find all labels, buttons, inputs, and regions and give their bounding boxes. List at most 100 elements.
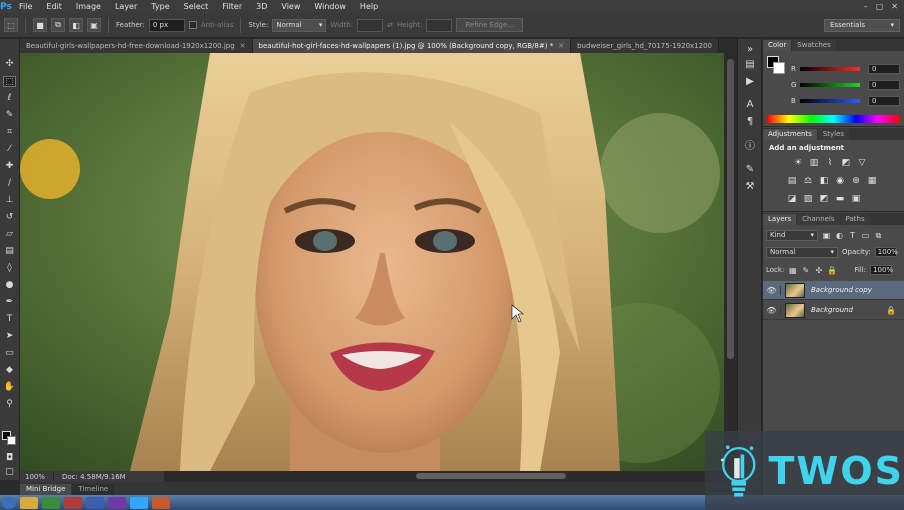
- refine-edge-button[interactable]: Refine Edge...: [456, 18, 523, 32]
- lock-transparency-icon[interactable]: ▦: [788, 266, 797, 275]
- layer-row-background[interactable]: 👁 Background 🔒: [763, 301, 904, 320]
- swap-icon[interactable]: ⇄: [387, 21, 393, 29]
- screen-mode-icon[interactable]: ▢: [3, 467, 16, 478]
- app-icon[interactable]: [86, 496, 104, 509]
- paragraph-icon[interactable]: ¶: [744, 116, 756, 128]
- tab-styles[interactable]: Styles: [817, 129, 850, 140]
- photo-filter-icon[interactable]: ◉: [835, 176, 845, 186]
- brightness-icon[interactable]: ☀: [793, 158, 803, 168]
- clone-stamp-tool-icon[interactable]: ⊥: [3, 195, 16, 206]
- green-value[interactable]: 0: [868, 80, 900, 90]
- curves-icon[interactable]: ⌇: [825, 158, 835, 168]
- channel-mixer-icon[interactable]: ⊛: [851, 176, 861, 186]
- pen-tool-icon[interactable]: ✒: [3, 297, 16, 308]
- close-icon[interactable]: ✕: [891, 2, 898, 11]
- minimize-icon[interactable]: –: [864, 2, 868, 11]
- app-icon[interactable]: [108, 496, 126, 509]
- menu-type[interactable]: Type: [144, 0, 176, 13]
- type-filter-icon[interactable]: T: [848, 231, 857, 240]
- green-slider[interactable]: [800, 83, 860, 87]
- lasso-tool-icon[interactable]: ℓ: [3, 93, 16, 104]
- start-button-icon[interactable]: [2, 496, 16, 509]
- history-brush-tool-icon[interactable]: ↺: [3, 212, 16, 223]
- height-input[interactable]: [426, 18, 453, 32]
- tab-mini-bridge[interactable]: Mini Bridge: [20, 484, 72, 495]
- red-value[interactable]: 0: [868, 64, 900, 74]
- photoshop-taskbar-icon[interactable]: [130, 496, 148, 509]
- history-icon[interactable]: ▤: [744, 59, 756, 71]
- exposure-icon[interactable]: ◩: [841, 158, 851, 168]
- opacity-input[interactable]: 100%: [874, 247, 898, 257]
- subtract-selection-icon[interactable]: ◧: [69, 18, 83, 32]
- invert-icon[interactable]: ◪: [787, 194, 797, 204]
- adjustment-filter-icon[interactable]: ◐: [835, 231, 844, 240]
- collapse-arrows-icon[interactable]: »: [744, 44, 756, 56]
- character-icon[interactable]: A: [744, 99, 756, 111]
- menu-window[interactable]: Window: [307, 0, 353, 13]
- add-selection-icon[interactable]: ⧉: [51, 18, 65, 32]
- fill-input[interactable]: 100%: [870, 265, 893, 275]
- doc-tab-3[interactable]: budweiser_girls_hd_70175-1920x1200: [571, 39, 719, 53]
- maximize-icon[interactable]: ▢: [876, 2, 884, 11]
- crop-tool-icon[interactable]: ⌗: [3, 127, 16, 138]
- tab-paths[interactable]: Paths: [840, 214, 870, 225]
- app-icon[interactable]: [64, 496, 82, 509]
- menu-3d[interactable]: 3D: [249, 0, 274, 13]
- background-swatch[interactable]: [773, 62, 785, 74]
- background-color-swatch[interactable]: [7, 436, 16, 445]
- menu-image[interactable]: Image: [69, 0, 108, 13]
- eyedropper-tool-icon[interactable]: ⁄: [3, 144, 16, 155]
- move-tool-icon[interactable]: ✣: [3, 59, 16, 70]
- blur-tool-icon[interactable]: ◊: [3, 263, 16, 274]
- quick-mask-icon[interactable]: ◘: [3, 453, 16, 464]
- menu-filter[interactable]: Filter: [215, 0, 249, 13]
- shape-tool-icon[interactable]: ▭: [3, 348, 16, 359]
- 3d-tool-icon[interactable]: ◆: [3, 365, 16, 376]
- tab-color[interactable]: Color: [763, 40, 792, 51]
- vibrance-icon[interactable]: ▽: [857, 158, 867, 168]
- tab-adjustments[interactable]: Adjustments: [763, 129, 817, 140]
- tool-presets-icon[interactable]: ⚒: [744, 181, 756, 193]
- brush-presets-icon[interactable]: ✎: [744, 164, 756, 176]
- marquee-tool-icon[interactable]: ⬚: [3, 76, 16, 87]
- gradient-tool-icon[interactable]: ▤: [3, 246, 16, 257]
- app-icon[interactable]: [42, 496, 60, 509]
- horizontal-scrollbar[interactable]: [164, 471, 737, 482]
- lock-all-icon[interactable]: 🔒: [827, 266, 837, 275]
- intersect-selection-icon[interactable]: ▣: [87, 18, 101, 32]
- lock-pixels-icon[interactable]: ✎: [801, 266, 810, 275]
- quick-select-tool-icon[interactable]: ✎: [3, 110, 16, 121]
- style-select[interactable]: Normal ▾: [272, 18, 327, 32]
- dodge-tool-icon[interactable]: ●: [3, 280, 16, 291]
- black-white-icon[interactable]: ◧: [819, 176, 829, 186]
- menu-file[interactable]: File: [12, 0, 39, 13]
- selective-color-icon[interactable]: ▣: [851, 194, 861, 204]
- tab-swatches[interactable]: Swatches: [792, 40, 836, 51]
- zoom-level[interactable]: 100%: [20, 472, 54, 481]
- brush-tool-icon[interactable]: ∕: [3, 178, 16, 189]
- blue-value[interactable]: 0: [868, 96, 900, 106]
- hue-saturation-icon[interactable]: ▤: [787, 176, 797, 186]
- antialias-checkbox[interactable]: [188, 21, 197, 29]
- scroll-thumb[interactable]: [416, 473, 566, 479]
- info-icon[interactable]: ⓘ: [744, 141, 756, 153]
- menu-edit[interactable]: Edit: [39, 0, 69, 13]
- explorer-icon[interactable]: [20, 496, 38, 509]
- scroll-thumb[interactable]: [727, 59, 734, 359]
- close-icon[interactable]: ✕: [240, 42, 246, 50]
- threshold-icon[interactable]: ◩: [819, 194, 829, 204]
- width-input[interactable]: [357, 18, 384, 32]
- close-icon[interactable]: ✕: [558, 42, 564, 50]
- type-tool-icon[interactable]: T: [3, 314, 16, 325]
- zoom-tool-icon[interactable]: ⚲: [3, 399, 16, 410]
- pixel-filter-icon[interactable]: ▣: [822, 231, 831, 240]
- gradient-map-icon[interactable]: ▬: [835, 194, 845, 204]
- color-spectrum-ramp[interactable]: [767, 115, 900, 123]
- color-balance-icon[interactable]: ⚖: [803, 176, 813, 186]
- menu-select[interactable]: Select: [177, 0, 216, 13]
- layer-row-background-copy[interactable]: 👁 Background copy: [763, 281, 904, 300]
- tab-timeline[interactable]: Timeline: [72, 484, 115, 495]
- lock-position-icon[interactable]: ✣: [814, 266, 823, 275]
- levels-icon[interactable]: ▥: [809, 158, 819, 168]
- workspace-switcher[interactable]: Essentials ▾: [824, 19, 900, 32]
